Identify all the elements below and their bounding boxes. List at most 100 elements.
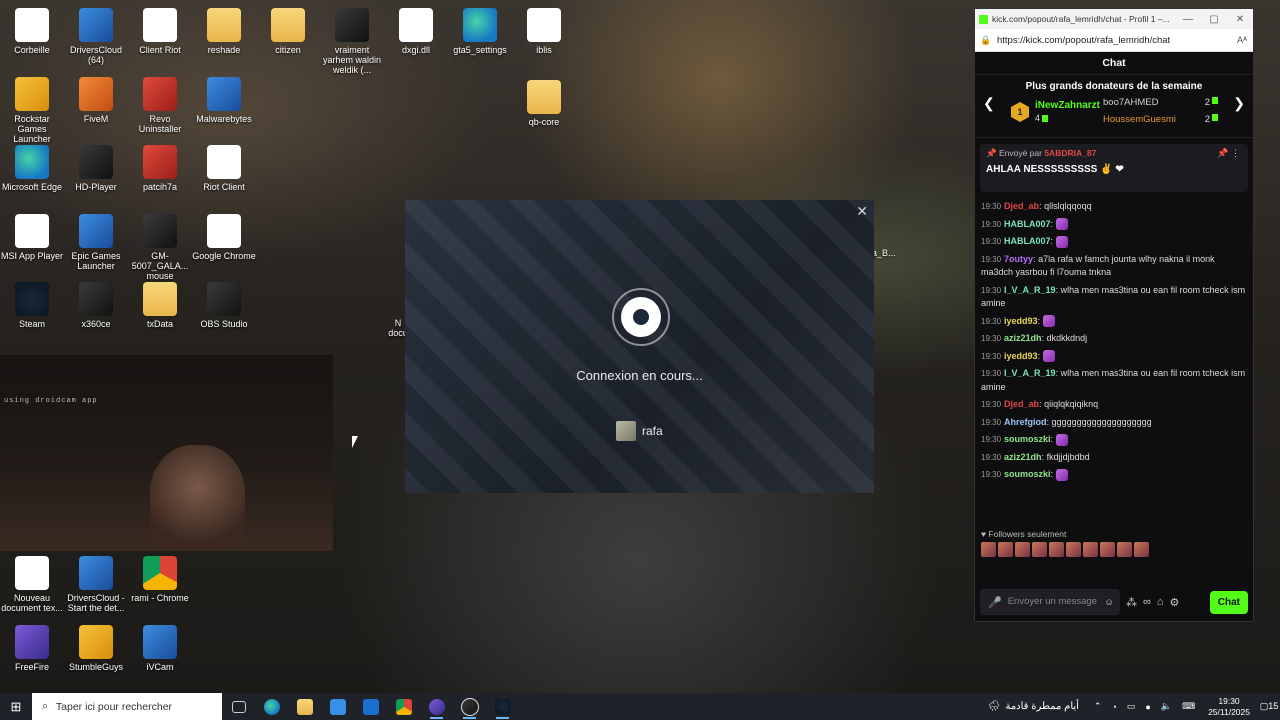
message-username[interactable]: soumoszki — [1004, 434, 1051, 444]
emote-icon[interactable] — [981, 542, 996, 557]
address-bar[interactable]: 🔒 https://kick.com/popout/rafa_lemridh/c… — [975, 29, 1253, 52]
taskbar-search[interactable]: ⌕ Taper ici pour rechercher — [32, 693, 222, 720]
message-username[interactable]: HABLA007 — [1004, 236, 1051, 246]
send-chat-button[interactable]: Chat — [1209, 590, 1248, 614]
desktop-icon[interactable]: rami - Chrome — [128, 556, 192, 603]
obs-taskbar-icon[interactable] — [453, 693, 486, 720]
desktop-icon[interactable]: HD-Player — [64, 145, 128, 192]
emote-icon[interactable] — [1117, 542, 1132, 557]
desktop-icon[interactable]: Microsoft Edge — [0, 145, 64, 192]
desktop-icon[interactable]: Rockstar Games Launcher — [0, 76, 64, 144]
message-username[interactable]: Ahrefgiod — [1004, 417, 1047, 427]
emote-icon[interactable] — [1100, 542, 1115, 557]
desktop-icon[interactable]: Revo Uninstaller — [128, 76, 192, 134]
pin-menu-icon[interactable]: 📌 ⋮ — [1217, 148, 1240, 159]
desktop-icon[interactable]: txData — [128, 282, 192, 329]
file-explorer-icon[interactable] — [288, 693, 321, 720]
desktop-icon[interactable]: OBS Studio — [192, 282, 256, 329]
desktop-icon[interactable]: Riot Client — [192, 145, 256, 192]
desktop-icon[interactable]: FreeFire — [0, 624, 64, 672]
pinned-user[interactable]: 5ABDRIA_87 — [1044, 148, 1096, 158]
desktop-icon[interactable]: Nouveau document tex... — [0, 556, 64, 613]
desktop-icon[interactable]: DriversCloud - Start the det... — [64, 556, 128, 613]
desktop-icon[interactable]: Google Chrome — [192, 213, 256, 261]
desktop-icon[interactable]: Steam — [0, 282, 64, 329]
message-username[interactable]: Djed_ab — [1004, 201, 1039, 211]
store-icon[interactable] — [321, 693, 354, 720]
bluetooth-icon[interactable]: ◔ — [1111, 702, 1116, 712]
desktop-icon[interactable]: qb-core — [512, 79, 576, 127]
desktop-icon[interactable]: Malwarebytes — [192, 76, 256, 124]
message-username[interactable]: iyedd93 — [1004, 351, 1038, 361]
mic-tray-icon[interactable]: ● — [1145, 702, 1150, 712]
chevron-left-icon[interactable]: ❮ — [983, 95, 995, 112]
emote-icon[interactable] — [1083, 542, 1098, 557]
message-username[interactable]: HABLA007 — [1004, 219, 1051, 229]
desktop-icon[interactable]: x360ce — [64, 282, 128, 329]
close-window-button[interactable]: ✕ — [1227, 14, 1253, 25]
outlook-icon[interactable] — [354, 693, 387, 720]
top-donator-name[interactable]: iNewZahnarzt — [1035, 100, 1100, 111]
network-icon[interactable]: ▭ — [1127, 701, 1136, 712]
desktop-icon[interactable]: vraiment yarhem waldin weldik (... — [320, 8, 384, 75]
message-username[interactable]: soumoszki — [1004, 469, 1051, 479]
emote-icon[interactable] — [1066, 542, 1081, 557]
task-view-icon[interactable] — [222, 693, 255, 720]
windows-start-icon[interactable]: ⊞ — [0, 699, 32, 715]
edge-taskbar-icon[interactable] — [255, 693, 288, 720]
chat-message: 19:30 soumoszki: — [981, 433, 1247, 447]
desktop-icon[interactable]: MSI App Player — [0, 213, 64, 261]
maximize-button[interactable]: ▢ — [1201, 14, 1227, 25]
emote-icon[interactable] — [1134, 542, 1149, 557]
gear-icon[interactable]: ⚙ — [1170, 596, 1180, 609]
emote-icon[interactable] — [998, 542, 1013, 557]
desktop-icon[interactable]: DriversCloud (64) — [64, 8, 128, 65]
chrome-taskbar-icon[interactable] — [387, 693, 420, 720]
desktop-icon[interactable]: Corbeille — [0, 8, 64, 55]
desktop-icon[interactable]: reshade — [192, 8, 256, 55]
message-username[interactable]: aziz21dh — [1004, 452, 1042, 462]
notification-icon[interactable]: ▢15 — [1258, 701, 1280, 712]
emoji-picker-icon[interactable]: ☺ — [1104, 597, 1114, 608]
chat-message-input[interactable]: 🎤 Envoyer un message ☺ — [980, 589, 1120, 615]
infinity-icon[interactable]: ∞ — [1143, 596, 1151, 608]
desktop-icon[interactable]: StumbleGuys — [64, 624, 128, 672]
message-username[interactable]: I_V_A_R_19 — [1004, 368, 1056, 378]
donator-row[interactable]: boo7AHMED 2 — [1103, 97, 1218, 108]
chevron-right-icon[interactable]: ❯ — [1233, 95, 1245, 112]
minimize-button[interactable]: — — [1175, 14, 1201, 25]
message-username[interactable]: aziz21dh — [1004, 333, 1042, 343]
message-username[interactable]: I_V_A_R_19 — [1004, 285, 1056, 295]
close-icon[interactable]: ✕ — [856, 203, 868, 220]
message-username[interactable]: Djed_ab — [1004, 399, 1039, 409]
desktop-icon[interactable]: iblis — [512, 8, 576, 55]
emote-bar[interactable] — [975, 542, 1253, 557]
shop-icon[interactable]: ⌂ — [1157, 596, 1164, 608]
desktop-icon[interactable]: citizen — [256, 8, 320, 55]
desktop-icon[interactable]: Client Riot — [128, 8, 192, 55]
steam-taskbar-icon[interactable] — [486, 693, 519, 720]
mic-icon[interactable]: 🎤 — [988, 596, 1002, 609]
desktop-icon[interactable]: gta5_settings — [448, 8, 512, 55]
weather-widget[interactable]: 🌧 أيام ممطرة قادمة — [988, 701, 1079, 712]
desktop-icon[interactable]: GM-5007_GALA... mouse — [128, 213, 192, 281]
community-icon[interactable]: ⁂ — [1126, 596, 1137, 609]
message-username[interactable]: iyedd93 — [1004, 316, 1038, 326]
emote-icon[interactable] — [1049, 542, 1064, 557]
chrome-profile-taskbar-icon[interactable] — [420, 693, 453, 720]
desktop-icon[interactable]: iVCam — [128, 624, 192, 672]
clock[interactable]: 19:30 25/11/2025 — [1208, 696, 1250, 718]
desktop-icon[interactable]: FiveM — [64, 76, 128, 124]
emote-icon[interactable] — [1015, 542, 1030, 557]
donator-row[interactable]: HoussemGuesmi 2 — [1103, 114, 1218, 125]
reader-view-icon[interactable]: Aᴬ — [1231, 35, 1253, 45]
emote-icon[interactable] — [1032, 542, 1047, 557]
chevron-up-icon[interactable]: ⌃ — [1094, 701, 1102, 712]
message-username[interactable]: 7outyy — [1004, 254, 1033, 264]
desktop-icon[interactable]: Epic Games Launcher — [64, 213, 128, 271]
desktop-icon[interactable]: patcih7a — [128, 145, 192, 192]
keyboard-icon[interactable]: ⌨ — [1182, 701, 1195, 712]
desktop-icon[interactable]: dxgi.dll — [384, 8, 448, 55]
volume-icon[interactable]: 🔈 — [1161, 701, 1172, 712]
url-text[interactable]: https://kick.com/popout/rafa_lemridh/cha… — [997, 35, 1231, 46]
